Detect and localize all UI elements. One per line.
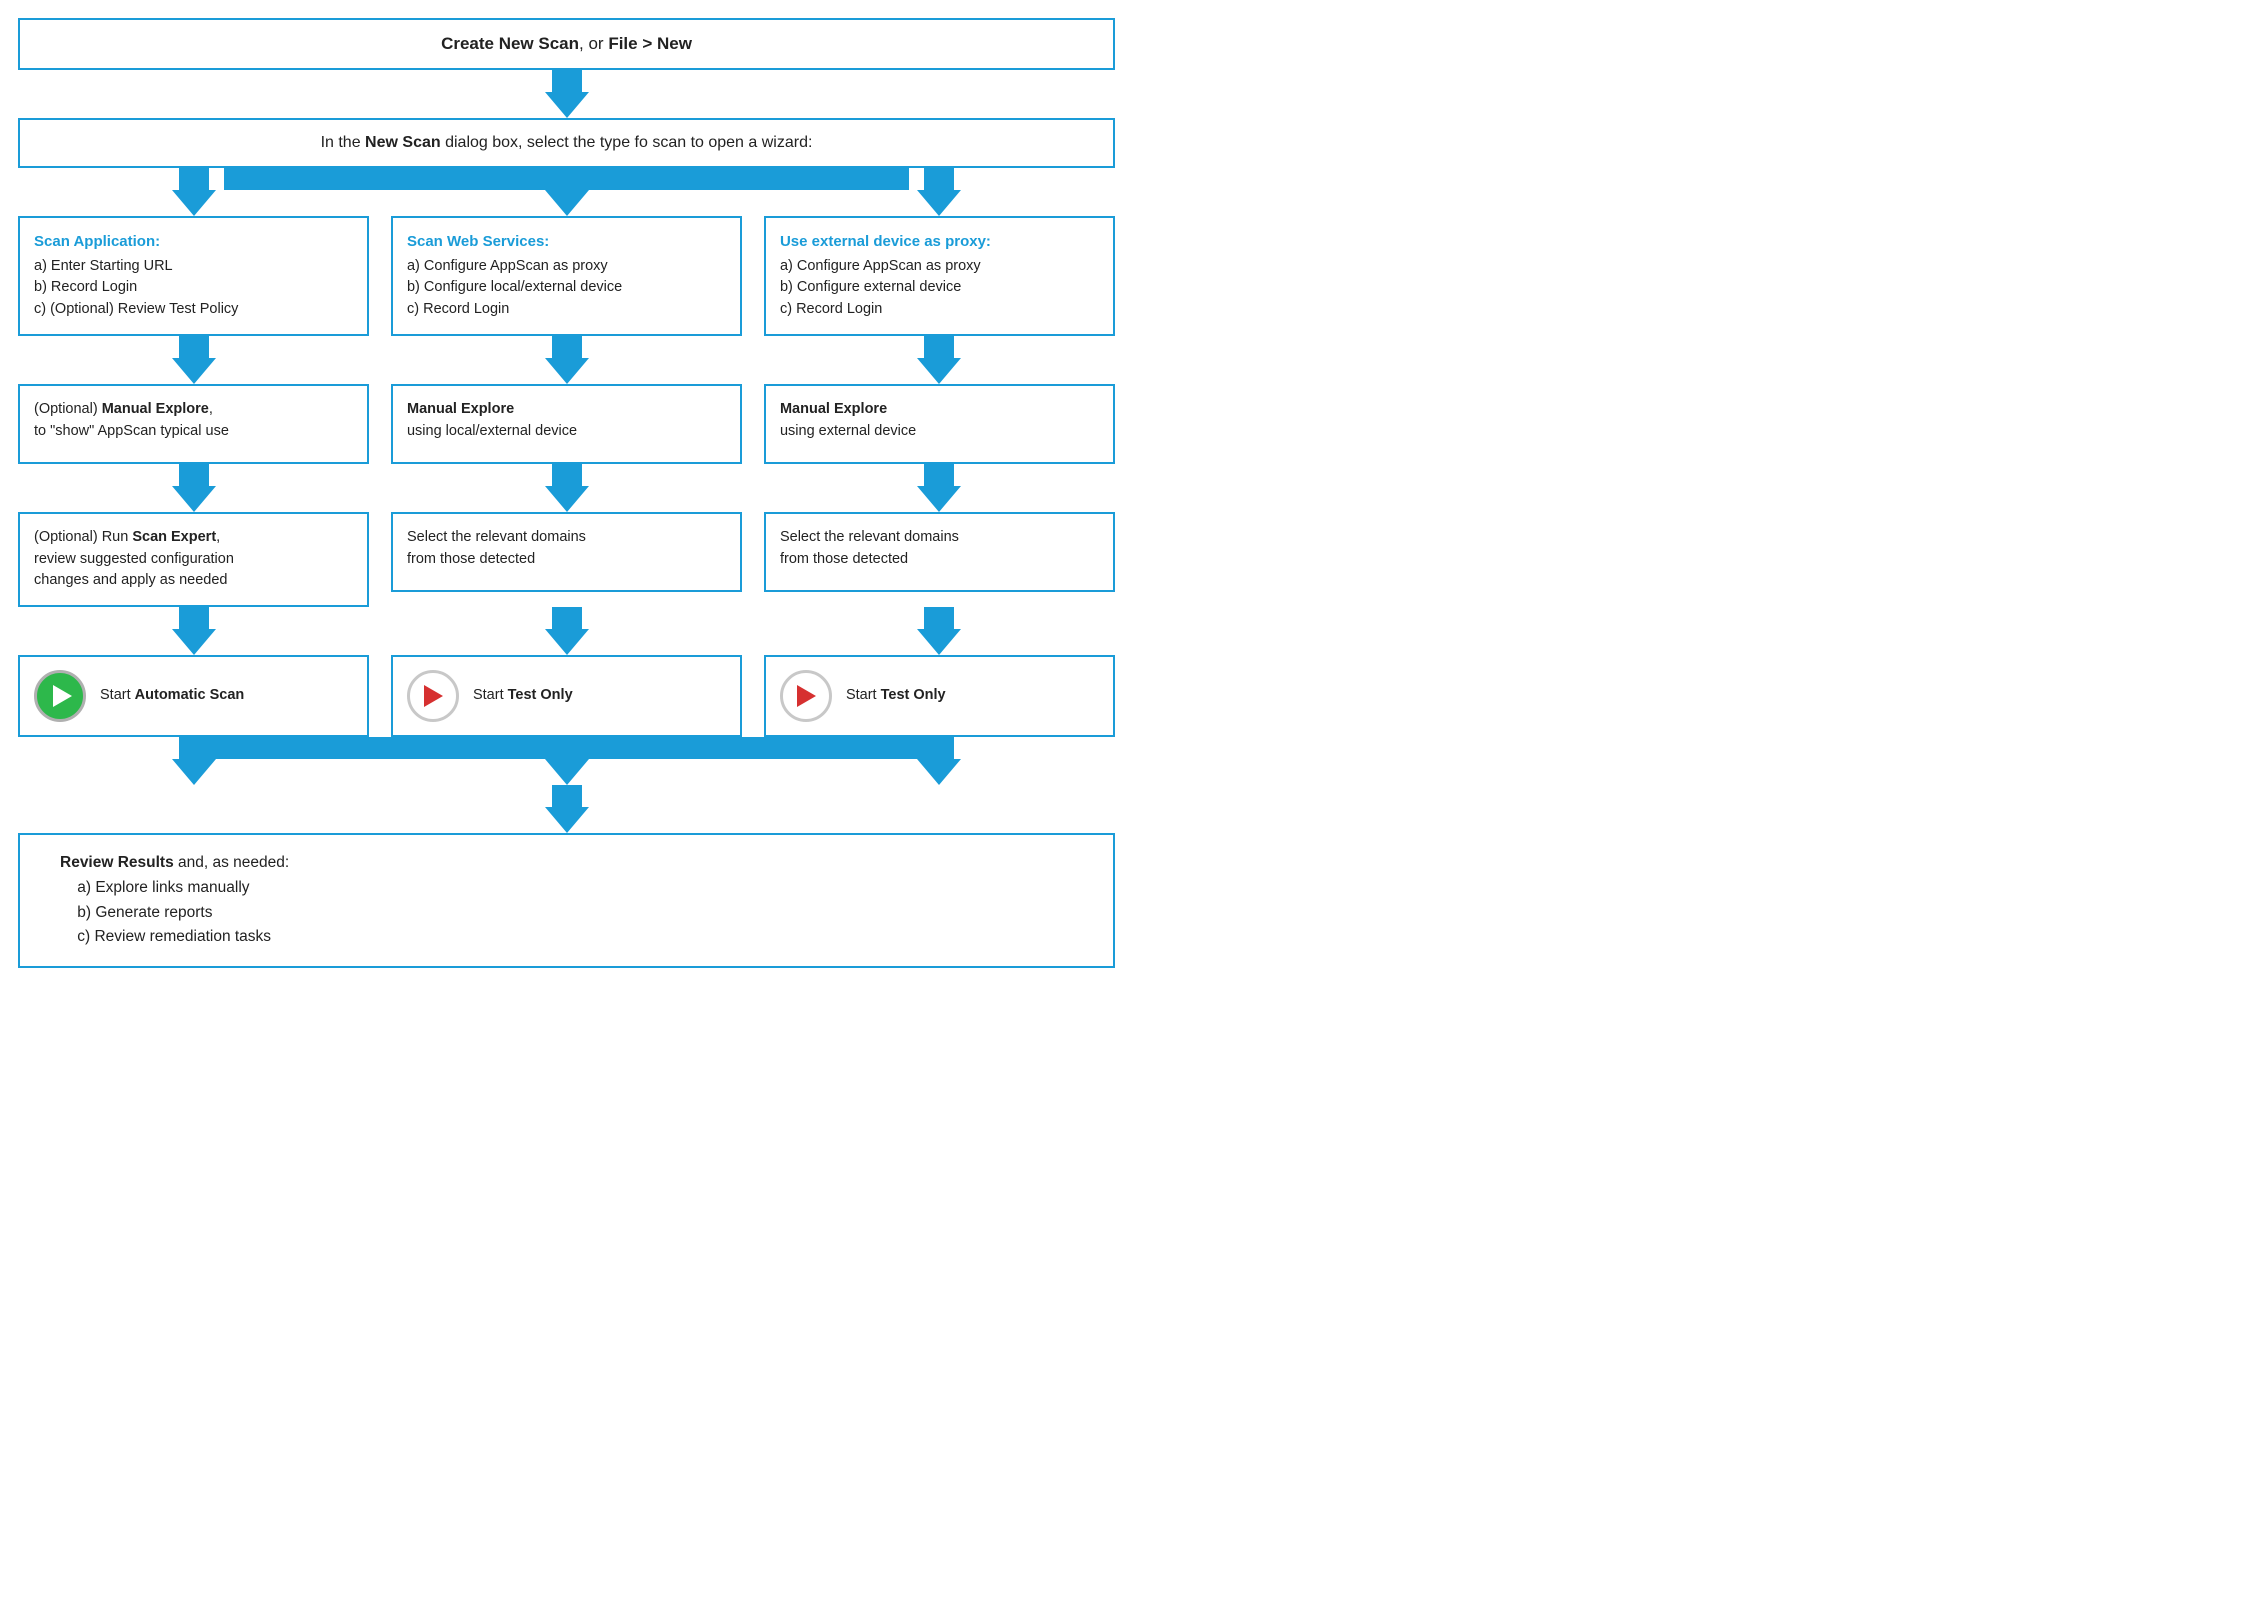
bottom-item1: a) Explore links manually — [60, 879, 250, 896]
col2-explore-bold: Manual Explore — [407, 401, 514, 417]
col3-explore: Manual Explore using external device — [764, 384, 1115, 464]
col1-scantype-box: Scan Application: a) Enter Starting URL … — [18, 216, 369, 336]
diverge-col2 — [391, 168, 742, 216]
col1-arrow1 — [18, 336, 369, 384]
col1-action-text: Start Automatic Scan — [100, 685, 244, 707]
bottom-item3: c) Review remediation tasks — [60, 928, 271, 945]
col3-line1: a) Configure AppScan as proxy — [780, 256, 1099, 278]
col1-explore-bold: Manual Explore — [102, 401, 209, 417]
col1-step3-pre: (Optional) Run — [34, 529, 132, 545]
col1-step3-box: (Optional) Run Scan Expert,review sugges… — [18, 512, 369, 607]
col1-line2: b) Record Login — [34, 277, 353, 299]
col1-explore: (Optional) Manual Explore,to "show" AppS… — [18, 384, 369, 464]
diverge-col1 — [18, 168, 369, 216]
diagram: Create New Scan, or File > New In the Ne… — [18, 18, 1115, 968]
col3-red-play-icon — [780, 670, 832, 722]
col2-step3-box: Select the relevant domainsfrom those de… — [391, 512, 742, 592]
col3-explore-post: using external device — [780, 423, 916, 439]
col2-arrow1 — [391, 336, 742, 384]
col3-step3-box: Select the relevant domainsfrom those de… — [764, 512, 1115, 592]
col1-explore-box: (Optional) Manual Explore,to "show" AppS… — [18, 384, 369, 464]
bottom-box: Review Results and, as needed: a) Explor… — [18, 833, 1115, 968]
col3-step3-text: Select the relevant domainsfrom those de… — [780, 529, 959, 567]
step3-row: (Optional) Run Scan Expert,review sugges… — [18, 512, 1115, 607]
col3-scantype-box: Use external device as proxy: a) Configu… — [764, 216, 1115, 336]
col1-step3: (Optional) Run Scan Expert,review sugges… — [18, 512, 369, 607]
converge-arrows — [18, 737, 1115, 785]
col2-explore-box: Manual Explore using local/external devic… — [391, 384, 742, 464]
col2-step3: Select the relevant domainsfrom those de… — [391, 512, 742, 592]
col2-line2: b) Configure local/external device — [407, 277, 726, 299]
col1-line1: a) Enter Starting URL — [34, 256, 353, 278]
col1: Scan Application: a) Enter Starting URL … — [18, 216, 369, 336]
col1-step3-bold: Scan Expert — [132, 529, 216, 545]
diverge-arrows — [18, 168, 1115, 216]
col1-action-box: Start Automatic Scan — [18, 655, 369, 737]
second-box-pre: In the — [321, 134, 365, 151]
col3-action-box: Start Test Only — [764, 655, 1115, 737]
col3-header: Use external device as proxy: — [780, 231, 1099, 254]
top-box-bold1: Create New Scan — [441, 34, 579, 53]
col2-action: Start Test Only — [391, 655, 742, 737]
top-box: Create New Scan, or File > New — [18, 18, 1115, 70]
col2-explore-post: using local/external device — [407, 423, 577, 439]
arrows-row3 — [18, 607, 1115, 655]
col1-explore-pre: (Optional) — [34, 401, 102, 417]
top-box-bold2: File > New — [608, 34, 692, 53]
col3-action-bold: Test Only — [881, 687, 946, 703]
col2-scantype-box: Scan Web Services: a) Configure AppScan … — [391, 216, 742, 336]
col2-action-bold: Test Only — [508, 687, 573, 703]
bottom-box-bold: Review Results — [60, 854, 174, 871]
arrows-row2 — [18, 464, 1115, 512]
arrows-row1 — [18, 336, 1115, 384]
col1-action-bold: Automatic Scan — [135, 687, 245, 703]
col1-header: Scan Application: — [34, 231, 353, 254]
second-box: In the New Scan dialog box, select the t… — [18, 118, 1115, 168]
col3-action-text: Start Test Only — [846, 685, 946, 707]
col3-step3: Select the relevant domainsfrom those de… — [764, 512, 1115, 592]
manual-explore-row: (Optional) Manual Explore,to "show" AppS… — [18, 384, 1115, 464]
arrow-top-to-second — [545, 70, 589, 118]
bottom-box-post: and, as needed: — [174, 854, 290, 871]
col3-explore-bold: Manual Explore — [780, 401, 887, 417]
col2-red-play-icon — [407, 670, 459, 722]
action-row-container: Start Automatic Scan Start Test Only — [18, 655, 1115, 737]
converge-hbar — [209, 737, 925, 759]
col2-action-box: Start Test Only — [391, 655, 742, 737]
col3-line3: c) Record Login — [780, 299, 1099, 321]
arrow-to-bottom — [545, 785, 589, 833]
col2: Scan Web Services: a) Configure AppScan … — [391, 216, 742, 336]
col2-line3: c) Record Login — [407, 299, 726, 321]
green-play-icon — [34, 670, 86, 722]
top-box-plain: , or — [579, 34, 608, 53]
col1-action: Start Automatic Scan — [18, 655, 369, 737]
col3-arrow1 — [764, 336, 1115, 384]
col2-line1: a) Configure AppScan as proxy — [407, 256, 726, 278]
col3: Use external device as proxy: a) Configu… — [764, 216, 1115, 336]
col2-header: Scan Web Services: — [407, 231, 726, 254]
col3-explore-box: Manual Explore using external device — [764, 384, 1115, 464]
col3-line2: b) Configure external device — [780, 277, 1099, 299]
diverge-col3 — [764, 168, 1115, 216]
col2-step3-text: Select the relevant domainsfrom those de… — [407, 529, 586, 567]
col2-action-text: Start Test Only — [473, 685, 573, 707]
col1-line3: c) (Optional) Review Test Policy — [34, 299, 353, 321]
second-box-bold: New Scan — [365, 134, 441, 151]
col2-explore: Manual Explore using local/external devic… — [391, 384, 742, 464]
col3-action: Start Test Only — [764, 655, 1115, 737]
second-box-post: dialog box, select the type fo scan to o… — [441, 134, 813, 151]
scan-type-row: Scan Application: a) Enter Starting URL … — [18, 216, 1115, 336]
bottom-item2: b) Generate reports — [60, 904, 213, 921]
